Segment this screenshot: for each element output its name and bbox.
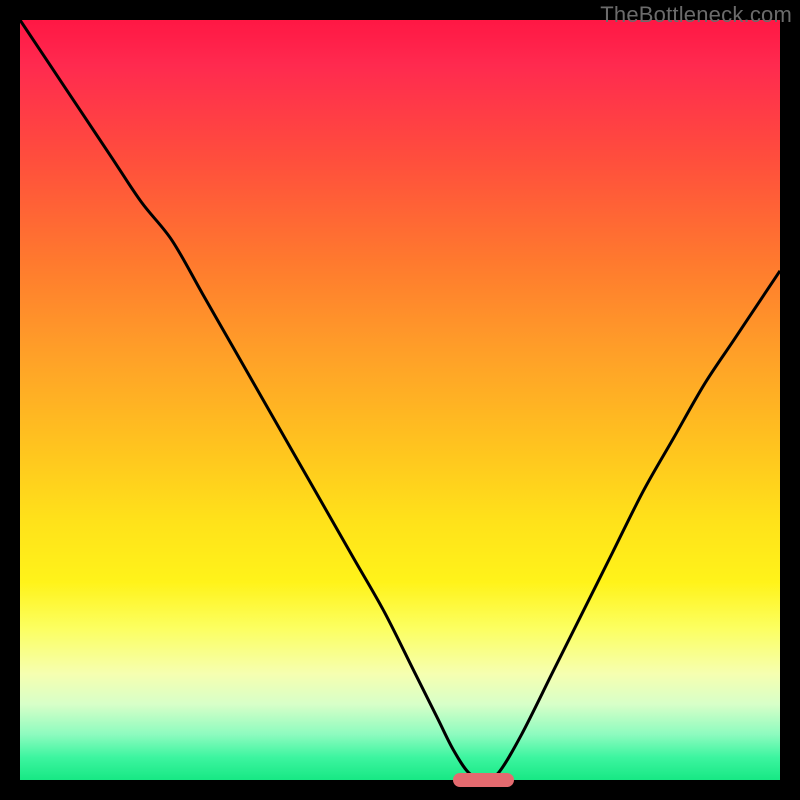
watermark-text: TheBottleneck.com — [600, 2, 792, 28]
optimal-range-marker — [453, 773, 514, 787]
chart-frame: TheBottleneck.com — [0, 0, 800, 800]
plot-area — [20, 20, 780, 780]
curve-path — [20, 20, 780, 780]
bottleneck-curve — [20, 20, 780, 780]
